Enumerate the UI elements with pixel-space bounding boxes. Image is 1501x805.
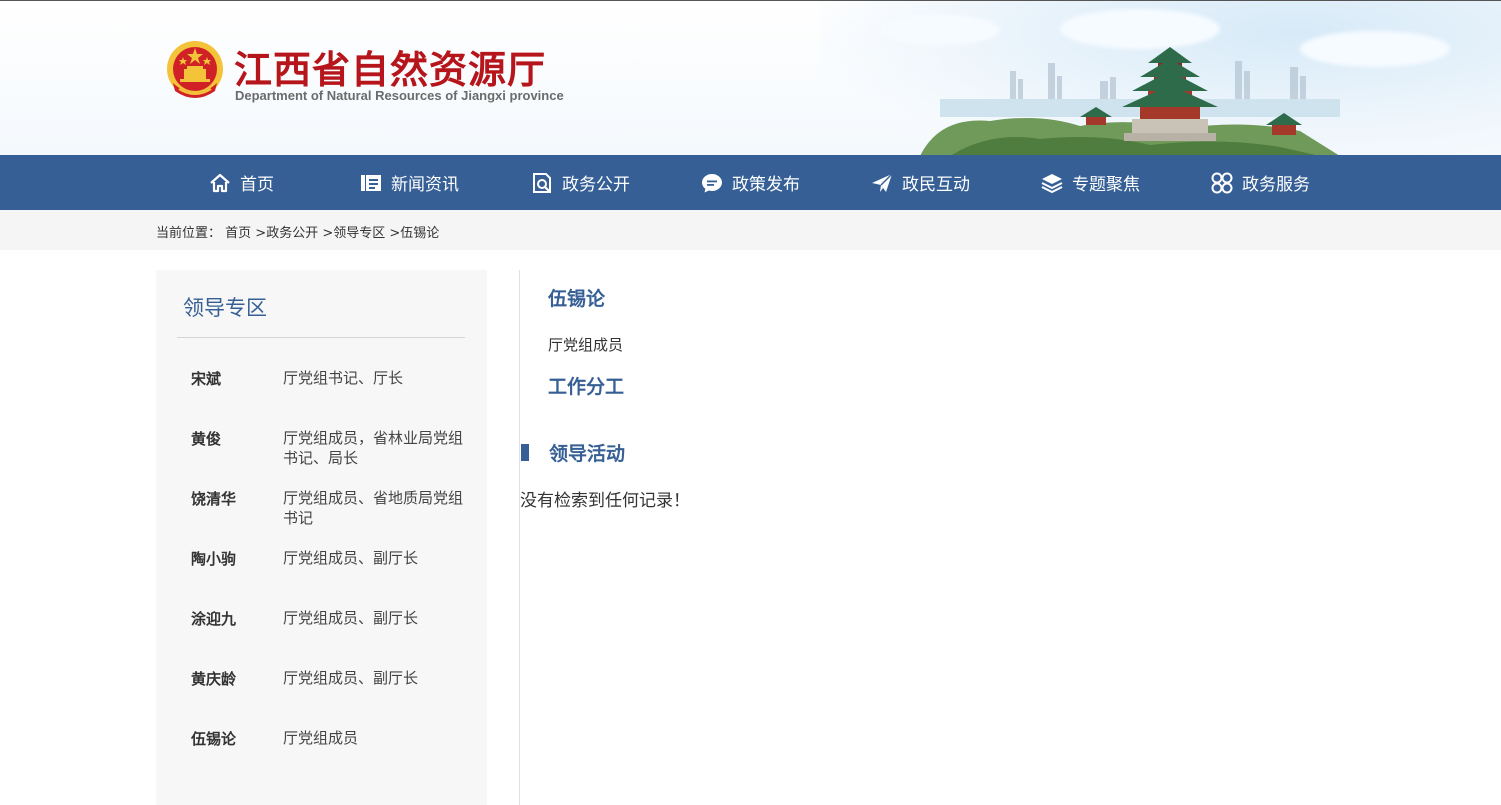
nav-item-home[interactable]: 首页 <box>208 155 274 210</box>
section-marker <box>521 444 529 461</box>
breadcrumb-separator: > <box>318 226 334 241</box>
site-subtitle: Department of Natural Resources of Jiang… <box>235 88 564 103</box>
main-nav: 首页 新闻资讯 政务公开 政策发布 政民互动 专题聚焦 政务服务 <box>0 155 1501 210</box>
document-search-icon <box>533 172 551 193</box>
nav-label: 首页 <box>240 175 274 195</box>
leader-list-item[interactable]: 黄庆龄 厅党组成员、副厅长 <box>191 668 471 718</box>
sidebar-title: 领导专区 <box>183 296 267 320</box>
sidebar-divider <box>177 337 465 338</box>
nav-item-topics[interactable]: 专题聚焦 <box>1040 155 1140 210</box>
nav-label: 政务公开 <box>562 175 630 195</box>
site-title: 江西省自然资源厅 <box>234 48 547 92</box>
leader-role: 厅党组书记、厅长 <box>283 369 404 387</box>
leader-list-item[interactable]: 伍锡论 厅党组成员 <box>191 728 471 778</box>
empty-result-message: 没有检索到任何记录！ <box>520 491 690 511</box>
breadcrumb: 当前位置： 首页 >政务公开 >领导专区 >伍锡论 <box>156 222 439 241</box>
breadcrumb-link-home[interactable]: 首页 <box>225 226 251 241</box>
breadcrumb-bar: 当前位置： 首页 >政务公开 >领导专区 >伍锡论 <box>0 210 1501 250</box>
leader-role: 厅党组成员、副厅长 <box>283 609 419 627</box>
leader-list-item[interactable]: 宋斌 厅党组书记、厅长 <box>191 368 471 418</box>
leader-name[interactable]: 黄庆龄 <box>191 668 271 689</box>
leader-name[interactable]: 宋斌 <box>191 368 271 389</box>
breadcrumb-link-leaders[interactable]: 领导专区 <box>333 226 385 241</box>
leader-detail-post: 厅党组成员 <box>548 336 624 354</box>
leaders-sidebar: 领导专区 宋斌 厅党组书记、厅长 黄俊 厅党组成员，省林业局党组书记、局长 饶清… <box>156 270 487 805</box>
nav-label: 专题聚焦 <box>1072 175 1140 195</box>
leader-name[interactable]: 涂迎九 <box>191 608 271 629</box>
nav-label: 新闻资讯 <box>391 175 459 195</box>
breadcrumb-separator: > <box>251 226 267 241</box>
nav-item-government-affairs[interactable]: 政务公开 <box>530 155 630 210</box>
leader-role: 厅党组成员 <box>283 729 359 747</box>
chat-bubble-icon <box>702 173 722 192</box>
nav-item-news[interactable]: 新闻资讯 <box>359 155 459 210</box>
leader-detail-name: 伍锡论 <box>548 288 606 310</box>
content-divider <box>519 270 520 805</box>
leader-name[interactable]: 伍锡论 <box>191 728 271 749</box>
nav-item-policy[interactable]: 政策发布 <box>700 155 800 210</box>
tengwang-pavilion-scenery-image <box>920 47 1340 155</box>
site-header: 江西省自然资源厅 Department of Natural Resources… <box>0 0 1501 155</box>
layers-icon <box>1041 173 1063 193</box>
paper-plane-icon <box>872 172 893 192</box>
leader-role: 厅党组成员、副厅长 <box>283 549 419 567</box>
breadcrumb-link-current[interactable]: 伍锡论 <box>400 226 439 241</box>
nav-label: 政策发布 <box>732 175 800 195</box>
national-emblem-icon[interactable] <box>165 39 225 103</box>
four-circles-icon <box>1211 172 1233 193</box>
nav-item-interaction[interactable]: 政民互动 <box>870 155 970 210</box>
breadcrumb-link-government-affairs[interactable]: 政务公开 <box>266 226 318 241</box>
home-icon <box>210 173 230 192</box>
leader-role: 厅党组成员、省地质局党组书记 <box>283 489 464 527</box>
news-icon <box>361 174 381 191</box>
leader-name[interactable]: 黄俊 <box>191 428 271 449</box>
leader-list-item[interactable]: 陶小驹 厅党组成员、副厅长 <box>191 548 471 598</box>
nav-label: 政民互动 <box>902 175 970 195</box>
breadcrumb-separator: > <box>385 226 401 241</box>
nav-item-services[interactable]: 政务服务 <box>1210 155 1310 210</box>
leader-role: 厅党组成员、副厅长 <box>283 669 419 687</box>
leader-role: 厅党组成员，省林业局党组书记、局长 <box>283 429 464 467</box>
breadcrumb-prefix: 当前位置： <box>156 226 222 241</box>
leader-list-item[interactable]: 黄俊 厅党组成员，省林业局党组书记、局长 <box>191 428 471 478</box>
leader-list-item[interactable]: 饶清华 厅党组成员、省地质局党组书记 <box>191 488 471 538</box>
activity-section-title: 领导活动 <box>549 443 626 465</box>
leader-name[interactable]: 饶清华 <box>191 488 271 509</box>
leader-name[interactable]: 陶小驹 <box>191 548 271 569</box>
leader-list-item[interactable]: 涂迎九 厅党组成员、副厅长 <box>191 608 471 658</box>
duty-section-title: 工作分工 <box>548 376 625 398</box>
nav-label: 政务服务 <box>1242 175 1310 195</box>
